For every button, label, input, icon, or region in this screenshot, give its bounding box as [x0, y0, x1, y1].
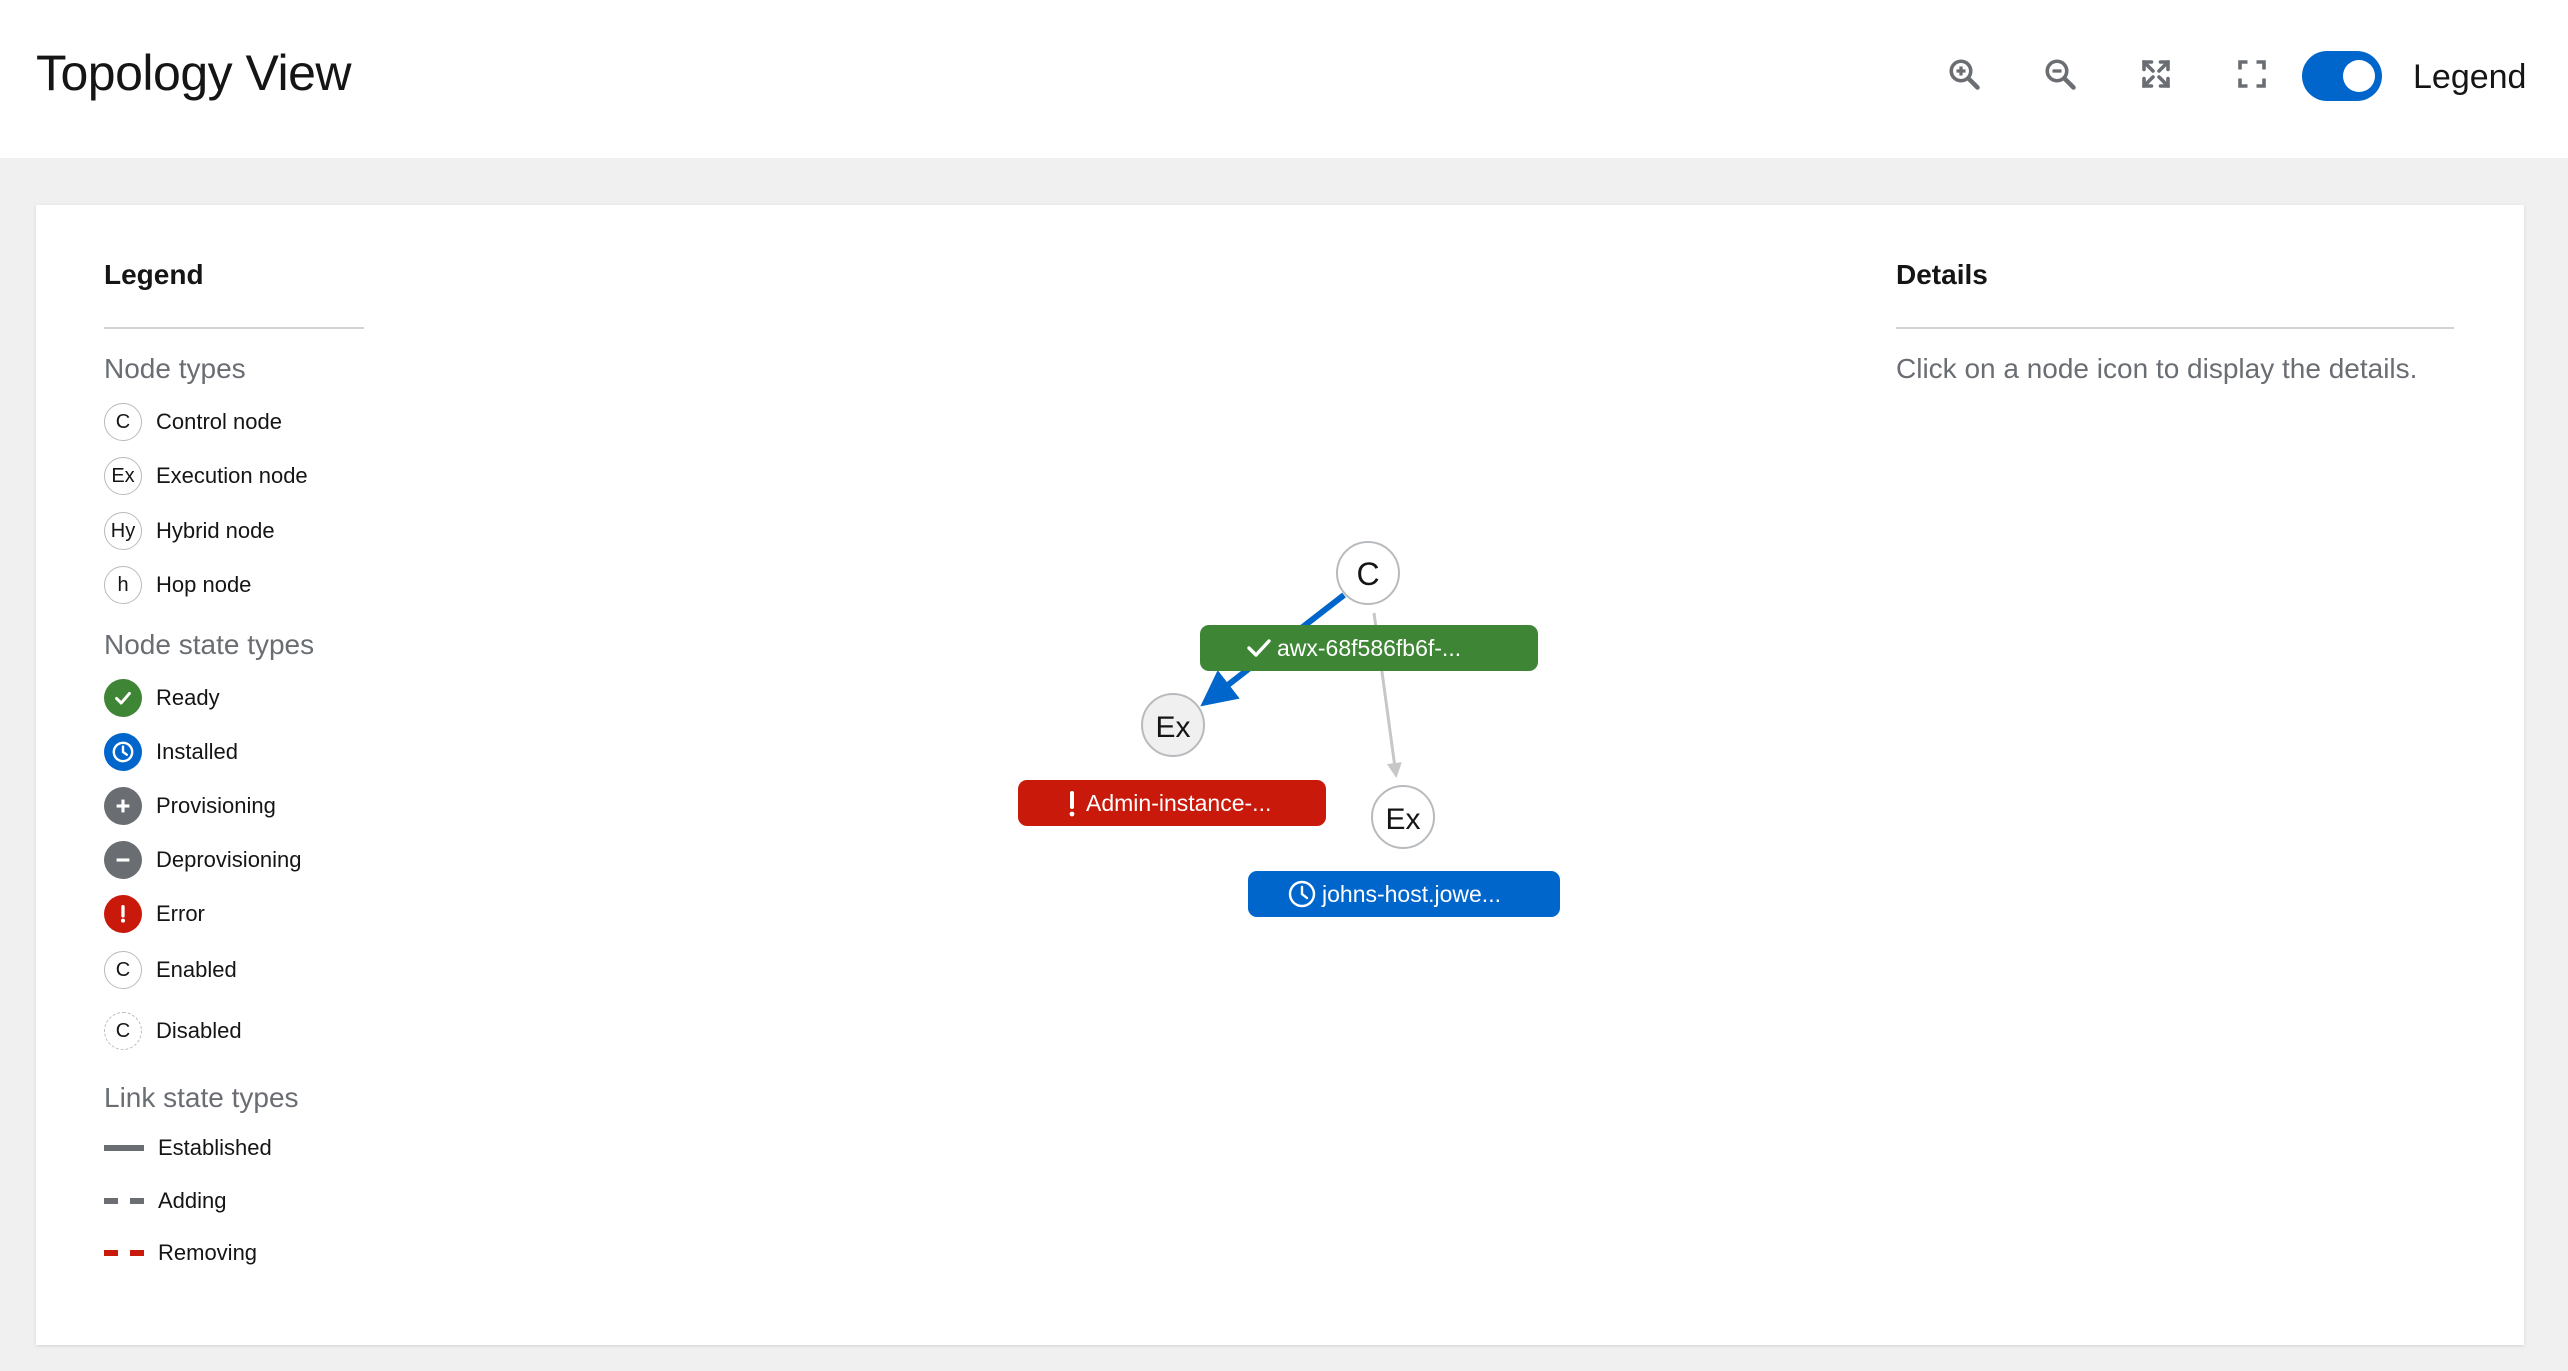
- node-badge-text: Ex: [1155, 711, 1190, 744]
- node-label-johns-host[interactable]: johns-host.jowe...: [1248, 871, 1560, 917]
- fit-to-screen-button[interactable]: [2134, 52, 2178, 96]
- details-divider: [1896, 327, 2454, 329]
- fit-to-screen-icon: [2142, 60, 2170, 88]
- expand-icon: [2238, 60, 2266, 88]
- page-header: Topology View Legend: [0, 0, 2568, 158]
- graph-node-admin-instance[interactable]: Ex: [1141, 693, 1205, 757]
- details-help-text: Click on a node icon to display the deta…: [1896, 353, 2418, 384]
- legend-toggle-label: Legend: [2413, 58, 2527, 96]
- node-label-admin-instance[interactable]: Admin-instance-...: [1018, 780, 1326, 826]
- toggle-knob: [2343, 60, 2375, 92]
- graph-node-johns-host[interactable]: Ex: [1371, 785, 1435, 849]
- node-label-text: awx-68f586fb6f-...: [1277, 635, 1461, 661]
- details-title: Details: [1896, 259, 1988, 290]
- zoom-out-icon: [2045, 59, 2076, 90]
- node-badge-text: C: [1356, 556, 1379, 592]
- topology-card: Legend Node types C Control node Ex Exec…: [36, 205, 2524, 1345]
- graph-node-control[interactable]: C: [1336, 541, 1400, 605]
- node-label-control[interactable]: awx-68f586fb6f-...: [1200, 625, 1538, 671]
- zoom-in-icon: [1949, 59, 1980, 90]
- zoom-out-button[interactable]: [2038, 52, 2082, 96]
- zoom-in-button[interactable]: [1942, 52, 1986, 96]
- expand-button[interactable]: [2230, 52, 2274, 96]
- topology-toolbar: Legend: [0, 0, 2568, 158]
- node-badge-text: Ex: [1385, 803, 1420, 836]
- node-label-text: Admin-instance-...: [1086, 790, 1271, 816]
- node-label-text: johns-host.jowe...: [1321, 881, 1501, 907]
- legend-toggle[interactable]: [2302, 51, 2382, 101]
